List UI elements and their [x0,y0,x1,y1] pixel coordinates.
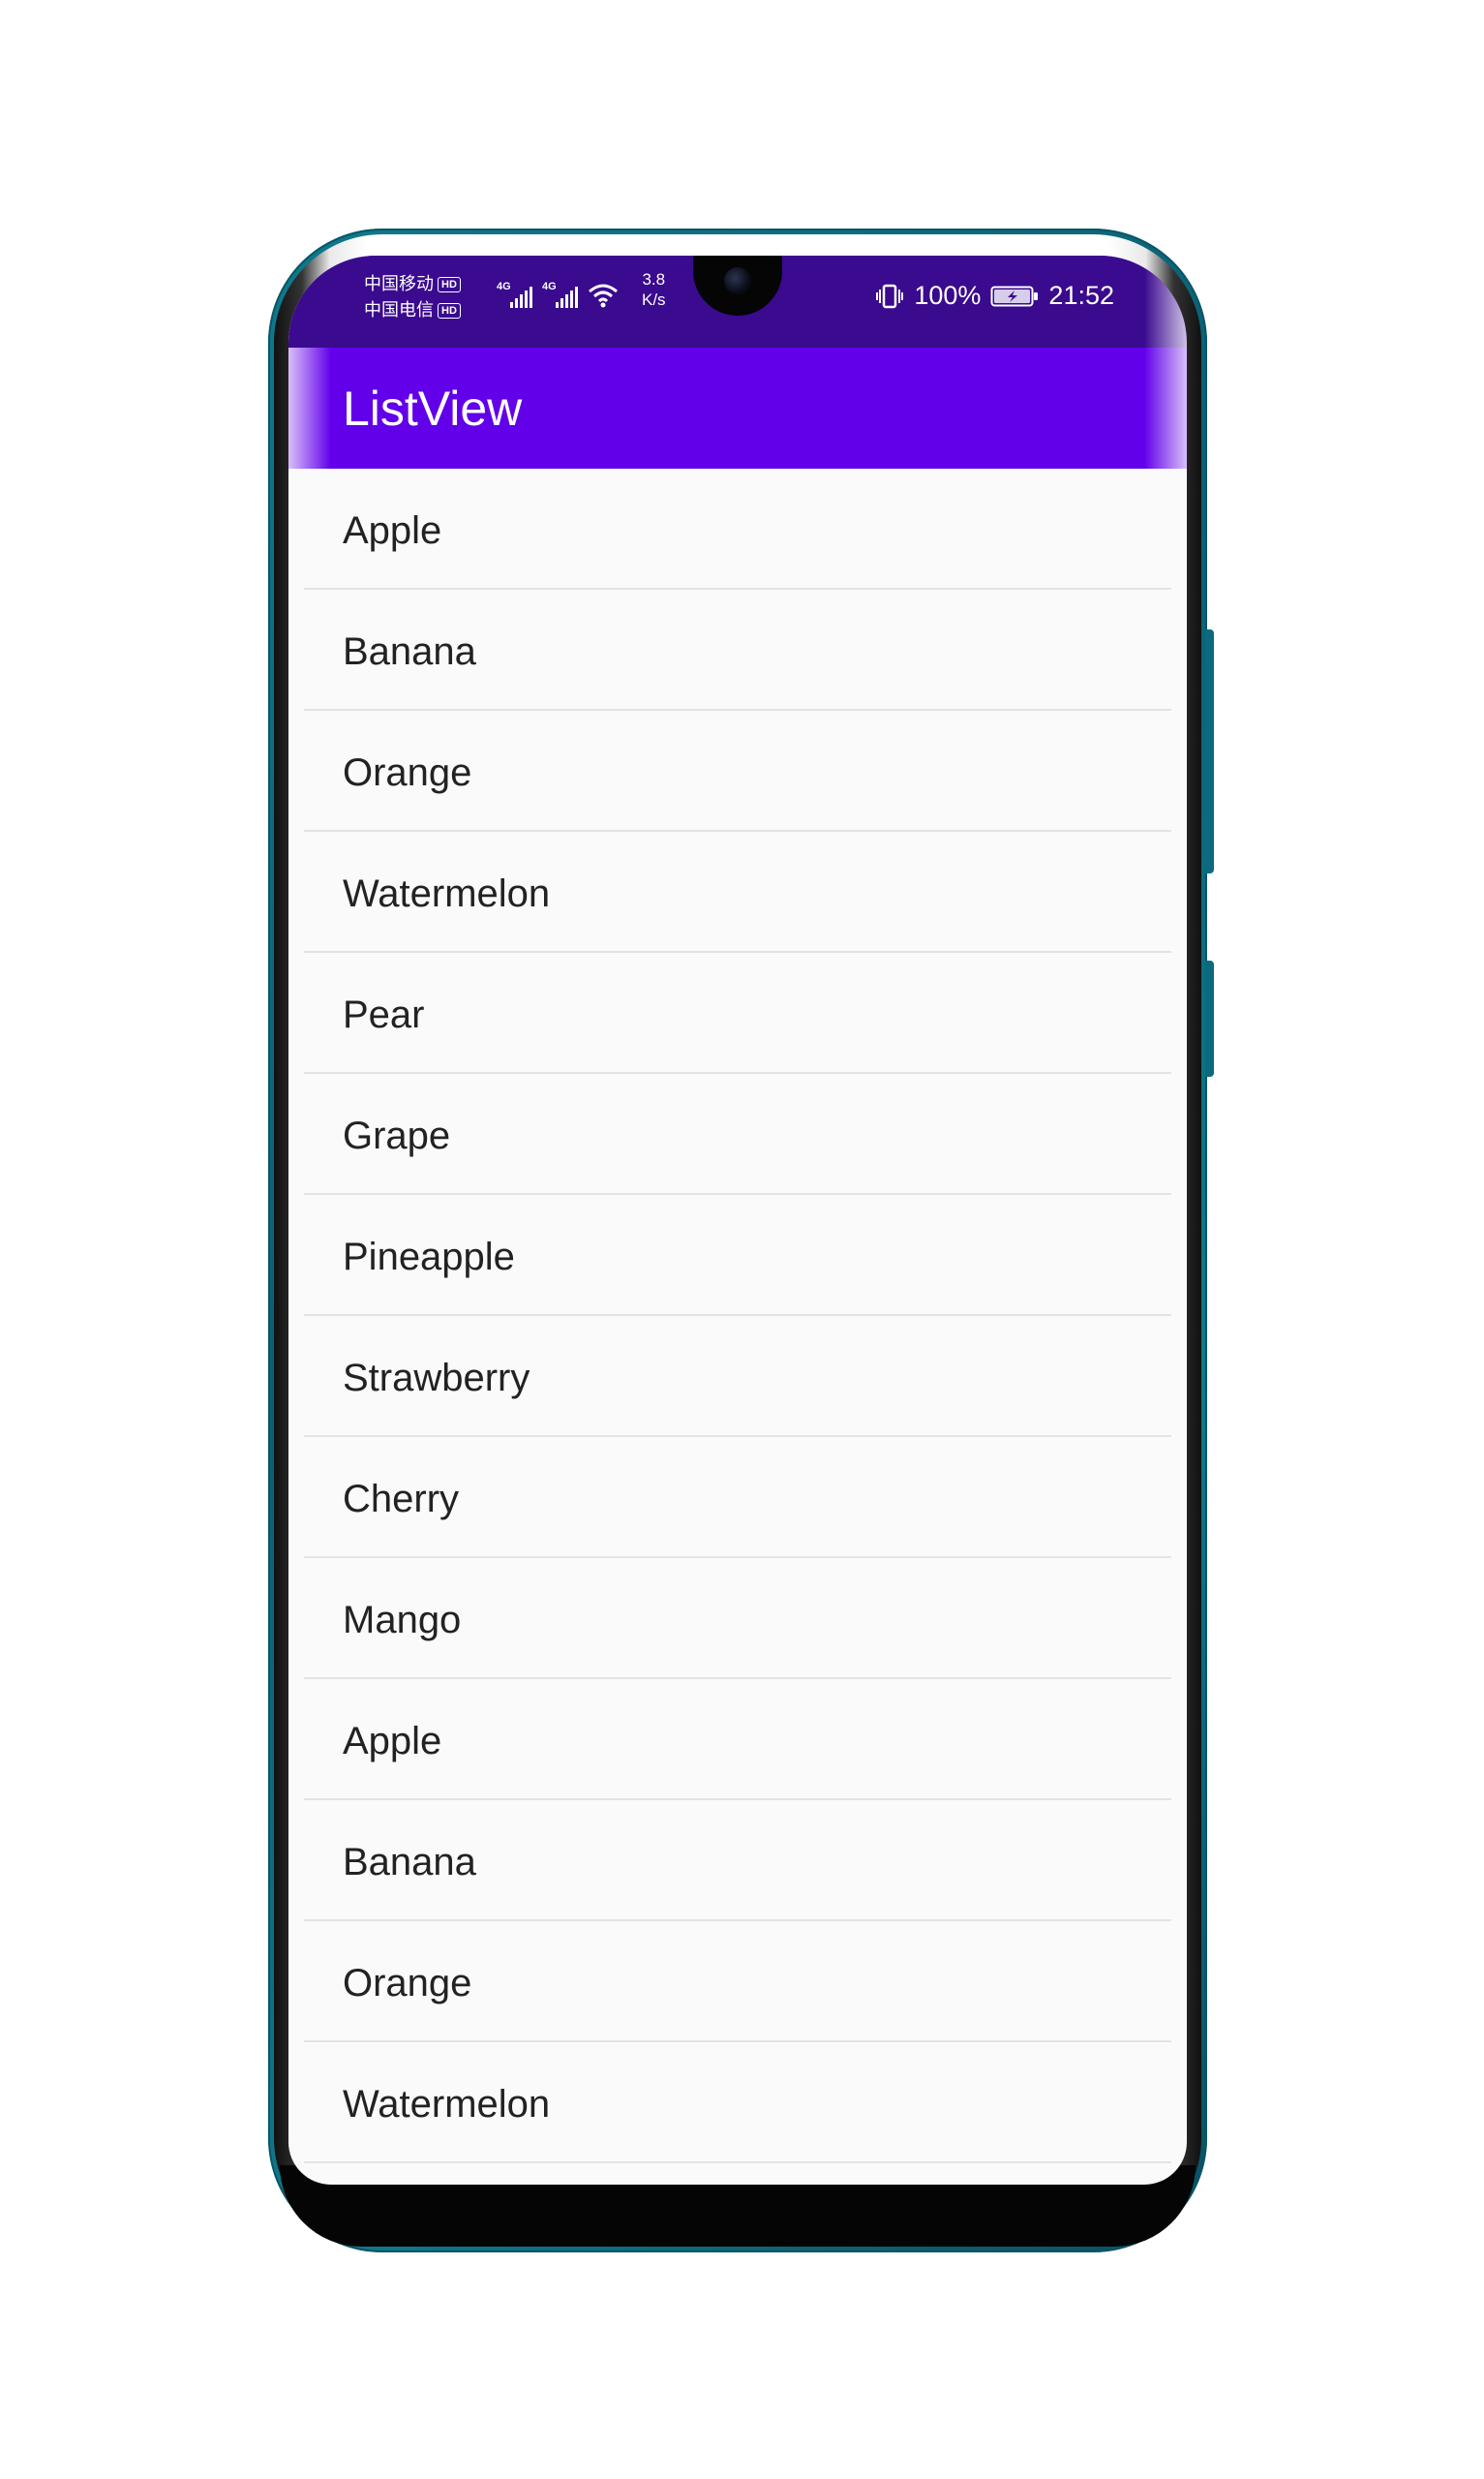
wifi-icon [588,283,619,308]
carrier-1-label: 中国移动 [364,274,434,293]
list-item-label: Orange [343,751,472,794]
power-key [1205,961,1214,1077]
speed-value: 3.8 [642,270,666,289]
app-bar: 中国移动 HD 中国电信 HD 4G 4G 3.8 K/s 100% 21:52… [288,256,1187,469]
list-item-label: Apple [343,509,442,552]
speed-unit: K/s [642,291,666,309]
hd-badge: HD [438,302,461,319]
list-item-label: Apple [343,1720,442,1762]
list-item-label: Pear [343,994,425,1036]
list-item-label: Orange [343,1962,472,2005]
list-item-label: Banana [343,1841,476,1883]
signal-bars-icon: 4G [542,281,578,308]
network-type-2: 4G [542,281,557,292]
list-item-label: Grape [343,1115,451,1157]
list-item[interactable]: Strawberry [304,1316,1171,1437]
list-item[interactable]: Mango [304,1558,1171,1679]
list-item-label: Banana [343,630,476,673]
list-item-label: Watermelon [343,872,551,915]
list-item[interactable]: Watermelon [304,2042,1171,2163]
volume-key [1205,629,1214,873]
list-item[interactable]: Orange [304,711,1171,832]
carrier-2-label: 中国电信 [364,300,434,320]
list-item-label: Pineapple [343,1236,515,1278]
vibrate-icon [875,283,904,310]
list-item[interactable]: Banana [304,1800,1171,1921]
list-item[interactable]: Pineapple [304,1195,1171,1316]
list-item-label: Mango [343,1599,462,1641]
carrier-info: 中国移动 HD 中国电信 HD [364,271,461,323]
list-item[interactable]: Banana [304,590,1171,711]
signal-indicators: 4G 4G [497,281,619,308]
phone-frame: 中国移动 HD 中国电信 HD 4G 4G 3.8 K/s 100% 21:52… [268,229,1214,2252]
signal-bars-icon: 4G [497,281,532,308]
network-speed: 3.8 K/s [642,269,666,310]
fruit-list[interactable]: Apple Banana Orange Watermelon Pear Grap… [288,469,1187,2163]
hd-badge: HD [438,276,461,292]
list-item-label: Strawberry [343,1357,530,1399]
list-item-label: Cherry [343,1478,460,1520]
list-item-label: Watermelon [343,2083,551,2126]
camera-notch [693,256,782,316]
clock: 21:52 [1048,281,1114,310]
status-right: 100% 21:52 [875,281,1114,311]
list-item[interactable]: Apple [304,469,1171,590]
list-item[interactable]: Watermelon [304,832,1171,953]
network-type-1: 4G [497,281,511,292]
list-item[interactable]: Orange [304,1921,1171,2042]
status-bar: 中国移动 HD 中国电信 HD 4G 4G 3.8 K/s 100% 21:52 [288,256,1187,348]
list-item[interactable]: Cherry [304,1437,1171,1558]
list-item[interactable]: Pear [304,953,1171,1074]
front-camera-icon [724,267,751,294]
screen: 中国移动 HD 中国电信 HD 4G 4G 3.8 K/s 100% 21:52… [288,256,1187,2185]
list-item[interactable]: Grape [304,1074,1171,1195]
list-item[interactable]: Apple [304,1679,1171,1800]
page-title: ListView [343,382,523,436]
battery-charging-icon [990,285,1039,308]
battery-percent: 100% [914,281,982,310]
